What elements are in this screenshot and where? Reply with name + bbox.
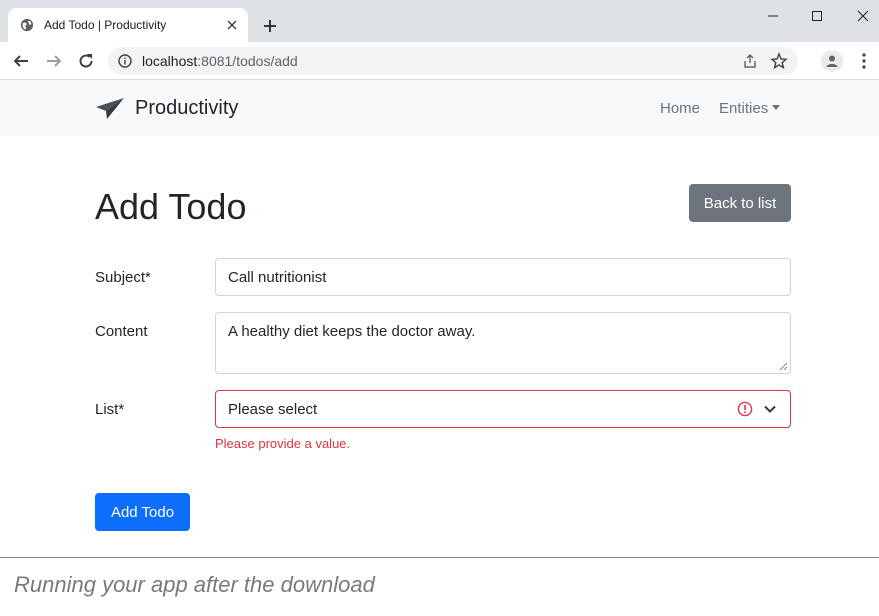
url-text: localhost:8081/todos/add xyxy=(142,53,298,69)
back-to-list-button[interactable]: Back to list xyxy=(689,184,791,222)
list-select[interactable]: Please select xyxy=(215,390,791,428)
divider xyxy=(0,557,879,558)
bookmark-star-icon[interactable] xyxy=(770,52,788,70)
subject-label: Subject* xyxy=(95,269,151,286)
forward-arrow-icon[interactable] xyxy=(43,50,65,72)
resize-handle-icon[interactable] xyxy=(778,361,788,371)
list-label: List* xyxy=(95,401,125,418)
page-title: Add Todo xyxy=(95,186,247,227)
content-textarea[interactable]: A healthy diet keeps the doctor away. xyxy=(215,312,791,374)
new-tab-icon[interactable] xyxy=(260,16,280,36)
close-tab-icon[interactable] xyxy=(224,17,240,33)
content-label: Content xyxy=(95,323,148,340)
entities-label: Entities xyxy=(719,100,769,117)
paper-plane-icon xyxy=(96,98,124,119)
tab-title: Add Todo | Productivity xyxy=(44,18,167,32)
info-icon[interactable] xyxy=(118,54,132,68)
brand-link[interactable]: Productivity xyxy=(95,96,238,120)
chevron-down-icon xyxy=(764,405,776,413)
share-icon[interactable] xyxy=(742,53,758,69)
brand-name: Productivity xyxy=(135,96,239,119)
minimize-icon[interactable] xyxy=(763,6,783,26)
globe-icon xyxy=(20,18,34,32)
browser-toolbar: localhost:8081/todos/add xyxy=(0,42,879,80)
caption: Running your app after the download xyxy=(14,572,375,597)
list-error-message: Please provide a value. xyxy=(215,436,351,451)
list-select-value: Please select xyxy=(228,401,318,418)
app-navbar: Productivity Home Entities xyxy=(0,80,879,136)
close-window-icon[interactable] xyxy=(853,6,873,26)
browser-tab-strip: Add Todo | Productivity xyxy=(0,0,879,42)
profile-avatar-icon[interactable] xyxy=(821,50,843,72)
caret-down-icon xyxy=(772,105,781,110)
back-arrow-icon[interactable] xyxy=(10,50,32,72)
nav-dropdown-entities[interactable]: Entities xyxy=(719,100,781,117)
reload-icon[interactable] xyxy=(75,50,97,72)
nav-link-home[interactable]: Home xyxy=(660,100,700,117)
maximize-icon[interactable] xyxy=(807,6,827,26)
address-bar[interactable]: localhost:8081/todos/add xyxy=(108,47,798,75)
kebab-menu-icon[interactable] xyxy=(856,51,872,71)
error-circle-icon xyxy=(737,401,753,417)
browser-tab[interactable]: Add Todo | Productivity xyxy=(8,8,248,42)
subject-input[interactable] xyxy=(215,258,791,296)
add-todo-button[interactable]: Add Todo xyxy=(95,493,190,531)
